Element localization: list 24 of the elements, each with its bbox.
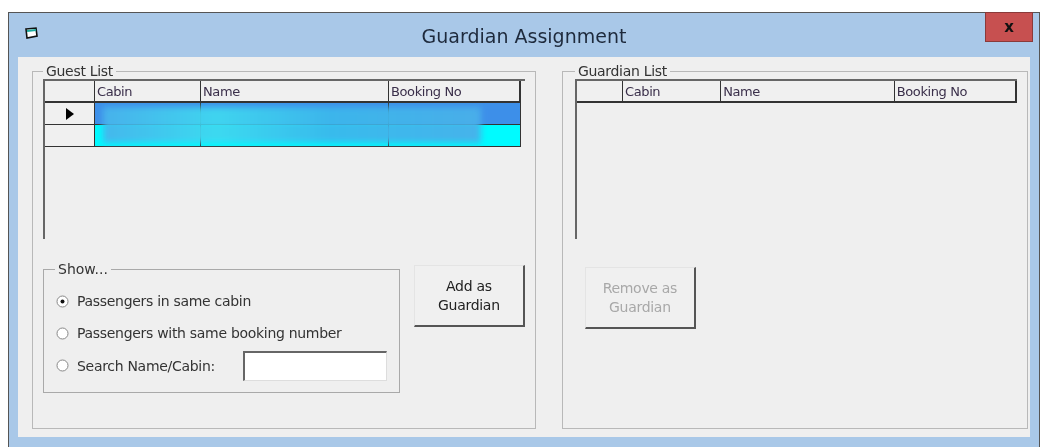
column-header[interactable]: Name (721, 81, 895, 103)
column-header[interactable]: Booking No (389, 81, 521, 103)
group-title: Guest List (45, 63, 115, 79)
radio-label[interactable]: Passengers in same cabin (77, 293, 251, 310)
add-guardian-button[interactable]: Add as Guardian (413, 265, 525, 327)
column-header[interactable]: Name (201, 81, 389, 103)
radio-button[interactable] (56, 359, 69, 373)
column-header[interactable]: Cabin (623, 81, 722, 103)
row-header-cell[interactable] (45, 125, 95, 147)
radio-button[interactable] (56, 294, 69, 308)
row-header-cell[interactable] (45, 103, 95, 125)
radio-label[interactable]: Search Name/Cabin: (77, 357, 215, 374)
column-header[interactable]: Booking No (894, 81, 1017, 103)
group-title: Show... (57, 261, 109, 277)
window-icon (25, 27, 39, 40)
radio-label[interactable]: Passengers with same booking number (77, 325, 342, 342)
column-header[interactable]: Cabin (95, 81, 201, 103)
radio-button[interactable] (56, 327, 69, 340)
group-title: Guardian List (576, 63, 668, 79)
search-field[interactable] (242, 350, 387, 381)
close-button[interactable]: x (985, 12, 1033, 42)
table-row[interactable] (95, 125, 521, 147)
window-title: Guardian Assignment (421, 24, 627, 47)
row-pointer-icon (65, 107, 74, 120)
